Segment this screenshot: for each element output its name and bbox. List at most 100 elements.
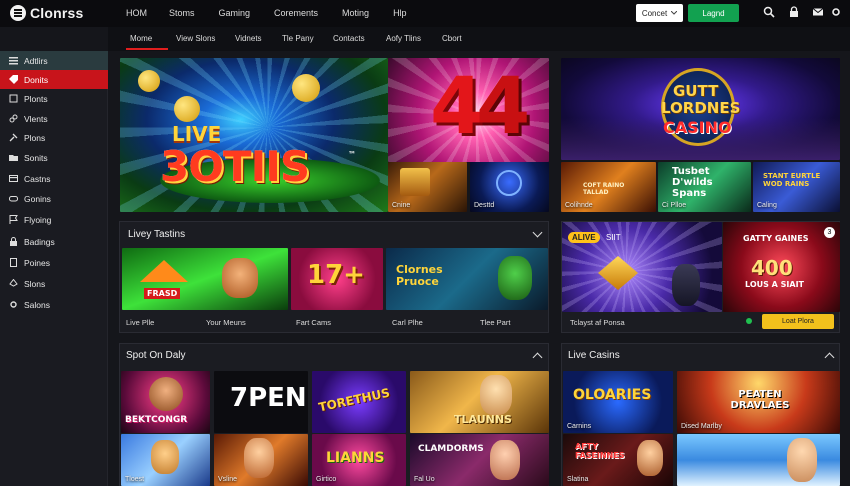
panel-title: Livey Tastins (128, 229, 186, 240)
game-tile-tloest[interactable]: Tloest (121, 434, 210, 486)
tab-cbort[interactable]: Cbort (442, 34, 462, 43)
lock-icon[interactable] (788, 6, 800, 18)
tile-art-text: 7PEN (230, 383, 307, 413)
promo-banner-right[interactable]: GATTY GAINES 400 LOUS A SIAIT 3 (723, 222, 840, 312)
sidebar-item-plonts[interactable]: Plonts (0, 89, 108, 108)
sidebar-item-vlents[interactable]: Vlents (0, 109, 108, 128)
sidebar-item-castns[interactable]: Castns (0, 169, 108, 188)
gold-coin-image (138, 70, 160, 92)
sidebar-item-label: Flyoing (24, 214, 52, 225)
tab-home[interactable]: Mome (130, 34, 152, 43)
game-tile-dised-marlby[interactable]: PEATEN DRAVLAES Dised Marlby (677, 371, 840, 433)
tile-label: Desttd (474, 202, 495, 209)
document-icon (10, 258, 17, 267)
game-tile-bektcongr[interactable]: BEKTCONGR (121, 371, 210, 433)
tile-art-text: FRASD (144, 288, 181, 299)
connect-button[interactable]: Concet (636, 4, 683, 22)
game-tile-carnins[interactable]: OLOARIES Carnins (563, 371, 673, 433)
tile-art-text: TLAUNNS (454, 413, 512, 426)
gold-coin-image (292, 74, 320, 102)
tab-contacts[interactable]: Contacts (333, 34, 365, 43)
game-tile-torethus[interactable]: TORETHUS (312, 371, 406, 433)
dealer-art-image (672, 264, 700, 306)
game-tile-caling[interactable]: STANT EURTLE WOD RAINS Caling (753, 162, 840, 212)
sidebar-item-slons[interactable]: Slons (0, 274, 108, 293)
brand-logo[interactable]: Clonrss (10, 5, 84, 21)
chevron-down-icon[interactable] (532, 227, 543, 238)
sidebar-item-sonits[interactable]: Sonits (0, 148, 108, 167)
game-tile-carl-plhe[interactable]: Clornes Pruoce (386, 248, 548, 310)
tile-caption: Tlee Part (480, 318, 511, 327)
tab-aofy-tlins[interactable]: Aofy Tlins (386, 34, 421, 43)
character-art-image (490, 440, 520, 480)
sidebar-item-adtlirs[interactable]: Adtlirs (0, 51, 108, 70)
game-tile-vsline[interactable]: Vsline (214, 434, 308, 486)
chevron-up-icon[interactable] (532, 352, 543, 363)
search-icon[interactable] (763, 6, 775, 18)
card-icon (9, 175, 18, 182)
sidebar-item-label: Poines (24, 257, 50, 268)
tile-art-text: PEATEN DRAVLAES (730, 389, 790, 411)
hero-number-shadow: 4 (476, 62, 531, 152)
promo-banner-left[interactable]: ALIVE SIIT (562, 222, 722, 312)
promo-caption: Tclayst af Ponsa (570, 318, 625, 327)
sidebar-item-label: Slons (24, 278, 46, 289)
casino-logo-line1: GUTT (673, 82, 719, 100)
sidebar-item-flyoing[interactable]: Flyoing (0, 210, 108, 229)
tab-tle-pany[interactable]: Tle Pany (282, 34, 314, 43)
nav-item-home[interactable]: HOM (126, 8, 147, 18)
tab-vidnets[interactable]: Vidnets (235, 34, 262, 43)
game-tile-slatina[interactable]: AFTY FASEINNES Slatina (563, 434, 673, 486)
game-tile-fart-cams[interactable]: 17+ (291, 248, 383, 310)
login-button[interactable]: Lagnd (688, 4, 739, 22)
chevron-up-icon[interactable] (824, 352, 835, 363)
nav-item-help[interactable]: Hlp (393, 8, 407, 18)
chip-icon (9, 94, 18, 103)
hero-banner-number[interactable]: 4 4 (388, 58, 549, 162)
sidebar-item-label: Plons (24, 132, 46, 143)
panel-title: Spot On Daly (126, 350, 186, 361)
mail-icon[interactable] (812, 6, 824, 18)
tile-art-text: TORETHUS (317, 385, 392, 415)
settings-icon[interactable] (830, 6, 842, 18)
menu-logo-icon (10, 5, 26, 21)
sidebar-item-badings[interactable]: Badings (0, 232, 108, 251)
tile-label: Vsline (218, 476, 238, 483)
nav-item-moting[interactable]: Moting (342, 8, 369, 18)
tile-label: Girtico (316, 476, 337, 483)
game-tile-ci-plloe[interactable]: Tusbet D'wilds Spans Ci Plloe (658, 162, 751, 212)
folder-icon (9, 155, 18, 161)
sidebar-item-poines[interactable]: Poines (0, 253, 108, 272)
sidebar-item-gonins[interactable]: Gonins (0, 189, 108, 208)
game-tile-cnine[interactable]: Cnine (388, 162, 467, 212)
promo-cta-button[interactable]: Loat Plora (762, 314, 834, 329)
counter-badge: 3 (824, 227, 835, 238)
pin-icon (9, 133, 18, 142)
sidebar-item-label: Castns (24, 173, 51, 184)
tile-art-text: STANT EURTLE WOD RAINS (763, 172, 821, 188)
casino-logo-line2: LORDNES (661, 99, 741, 117)
sidebar-item-label: Vlents (24, 113, 48, 124)
nav-item-corements[interactable]: Corements (274, 8, 318, 18)
game-tile-girtico[interactable]: LIANNS Girtico (312, 434, 406, 486)
game-tile-live-plle[interactable]: FRASD (122, 248, 288, 310)
game-tile-fal-uo[interactable]: CLAMDORMS Fal Uo (410, 434, 549, 486)
sidebar-item-salons[interactable]: Salons (0, 295, 108, 314)
game-tile-tlaunns[interactable]: TLAUNNS (410, 371, 549, 433)
game-tile-desttd[interactable]: Desttd (470, 162, 549, 212)
nav-item-stoms[interactable]: Stoms (169, 8, 195, 18)
tab-view-slots[interactable]: View Slons (176, 34, 215, 43)
game-tile-7pen[interactable]: 7PEN (214, 371, 308, 433)
arrow-art-image (140, 260, 188, 282)
feature-banner-casino[interactable]: GUTT LORDNES CASINO (561, 58, 840, 160)
game-tile-colihnde[interactable]: COFT RAINO TALLAD Colihnde (561, 162, 656, 212)
sidebar-item-donits[interactable]: Donits (0, 70, 108, 89)
nav-item-gaming[interactable]: Gaming (219, 8, 251, 18)
hero-banner-live[interactable]: LIVE 3OTIIS ™ (120, 58, 388, 212)
connect-label: Concet (641, 8, 668, 18)
game-tile-pool[interactable] (677, 434, 840, 486)
gear-icon (10, 301, 17, 308)
sidebar-item-plons[interactable]: Plons (0, 128, 108, 147)
tile-label: Carnins (567, 423, 592, 430)
tile-label: Ci Plloe (662, 202, 687, 209)
